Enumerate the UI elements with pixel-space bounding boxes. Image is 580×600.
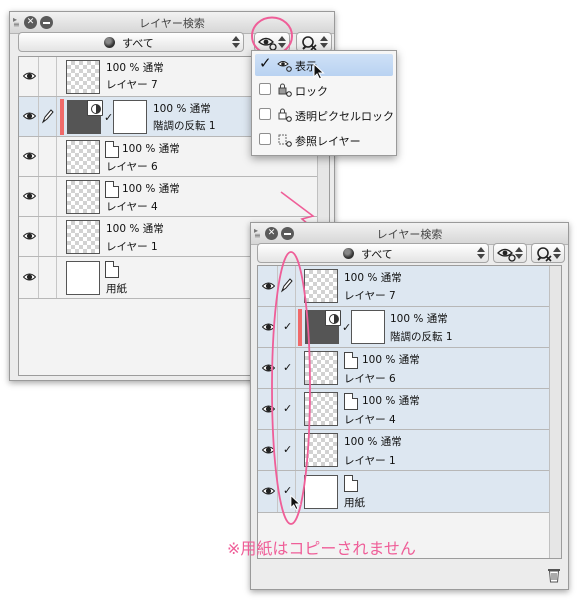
layer-thumbnail [66,261,100,295]
eye-icon [23,152,36,160]
layer-thumbnail [66,60,100,94]
annotation-note: ※用紙はコピーされません [227,539,416,558]
mask-thumbnail [351,310,385,344]
layer-opacity-mode: 100 % 通常 [106,62,164,74]
visibility-cell[interactable] [19,217,39,256]
raster-layer-icon [344,352,358,369]
menu-item-label: 透明ピクセルロック [295,110,394,123]
columns-highlight-oval [271,251,311,525]
layer-opacity-mode: 100 % 通常 [362,395,420,407]
layer-name: レイヤー 4 [106,201,158,213]
layer-name: 階調の反転 1 [390,331,453,343]
copy-layer-state-button[interactable] [493,243,527,263]
layer-thumbnail [66,180,100,214]
tone-correction-icon [87,100,103,116]
menu-item-reference-layer[interactable]: 参照レイヤー [255,129,393,151]
clipping-indicator [60,99,64,135]
check-icon [259,54,272,72]
layer-name: レイヤー 1 [106,241,158,253]
search-options-button[interactable] [531,243,565,263]
menu-item-label: ロック [295,85,328,98]
filter-radio-icon [343,248,354,259]
title-bar[interactable]: ▸ ≡ ✕ レイヤー検索 [251,223,568,245]
layer-opacity-mode: 100 % 通常 [344,272,402,284]
layer-thumbnail [66,140,100,174]
select-arrows-icon [320,35,328,49]
eye-icon [23,273,36,281]
layer-row[interactable]: 100 % 通常 レイヤー 4 [19,177,317,217]
layer-opacity-mode: 100 % 通常 [122,143,180,155]
mouse-cursor-icon [313,63,325,80]
trash-icon[interactable] [547,567,561,583]
eye-icon [23,72,36,80]
layer-name: 用紙 [106,283,127,295]
layer-name: レイヤー 1 [344,455,396,467]
layer-name: レイヤー 6 [344,373,396,385]
eye-icon [277,61,292,72]
layer-name: 階調の反転 1 [153,120,216,132]
pen-icon [41,109,54,124]
checkbox[interactable] [259,83,271,95]
lock-cell[interactable] [39,217,57,256]
layer-name: レイヤー 7 [106,79,158,91]
visibility-cell[interactable] [19,257,39,298]
checkbox[interactable] [259,133,271,145]
eye-icon [23,192,36,200]
layer-opacity-mode: 100 % 通常 [106,223,164,235]
mask-thumbnail [113,100,147,134]
transparent-lock-icon [278,108,292,122]
eye-copy-icon [497,248,516,262]
raster-layer-icon [344,393,358,410]
layer-thumbnail [66,220,100,254]
menu-item-label: 参照レイヤー [295,135,361,148]
visibility-cell[interactable] [19,137,39,176]
lock-cell[interactable] [39,97,57,136]
lock-cell[interactable] [39,137,57,176]
select-arrows-icon [515,246,523,260]
visibility-cell[interactable] [19,97,39,136]
layer-opacity-mode: 100 % 通常 [122,183,180,195]
eye-icon [23,232,36,240]
layer-opacity-mode: 100 % 通常 [362,354,420,366]
layer-name: レイヤー 4 [344,414,396,426]
link-check-icon: ✓ [342,321,352,334]
visibility-cell[interactable] [19,177,39,216]
filter-radio-icon [104,37,115,48]
search-clear-icon [537,247,552,262]
panel-title: レイヤー検索 [376,228,443,241]
filter-select-label: すべて [361,248,393,261]
search-options-button[interactable] [296,32,332,52]
select-arrows-icon [232,35,240,49]
select-arrows-icon [553,246,561,260]
layer-list-scrollbar[interactable] [549,266,561,558]
paper-layer-icon [105,261,119,278]
layer-name: レイヤー 7 [344,290,396,302]
lock-cell[interactable] [39,177,57,216]
layer-name: レイヤー 6 [106,161,158,173]
tone-correction-icon [325,310,341,326]
select-arrows-icon [477,246,485,260]
filter-select[interactable]: すべて [18,32,244,52]
raster-layer-icon [105,181,119,198]
mouse-cursor-icon [290,494,301,511]
eye-icon [23,112,36,120]
search-clear-icon [302,36,317,51]
link-check-icon: ✓ [104,111,114,124]
layer-opacity-mode: 100 % 通常 [344,436,402,448]
checkbox[interactable] [259,108,271,120]
menu-item-transparent-lock[interactable]: 透明ピクセルロック [255,104,394,126]
lock-cell[interactable] [39,57,57,96]
menu-item-lock[interactable]: ロック [255,79,393,101]
layer-opacity-mode: 100 % 通常 [153,103,211,115]
layer-name: 用紙 [344,497,365,509]
raster-layer-icon [105,141,119,158]
filter-select-label: すべて [122,37,154,50]
lock-icon [278,83,292,97]
paper-layer-icon [344,475,358,492]
visibility-cell[interactable] [19,57,39,96]
lock-cell[interactable] [39,257,57,298]
reference-layer-icon [278,134,292,147]
layer-opacity-mode: 100 % 通常 [390,313,448,325]
